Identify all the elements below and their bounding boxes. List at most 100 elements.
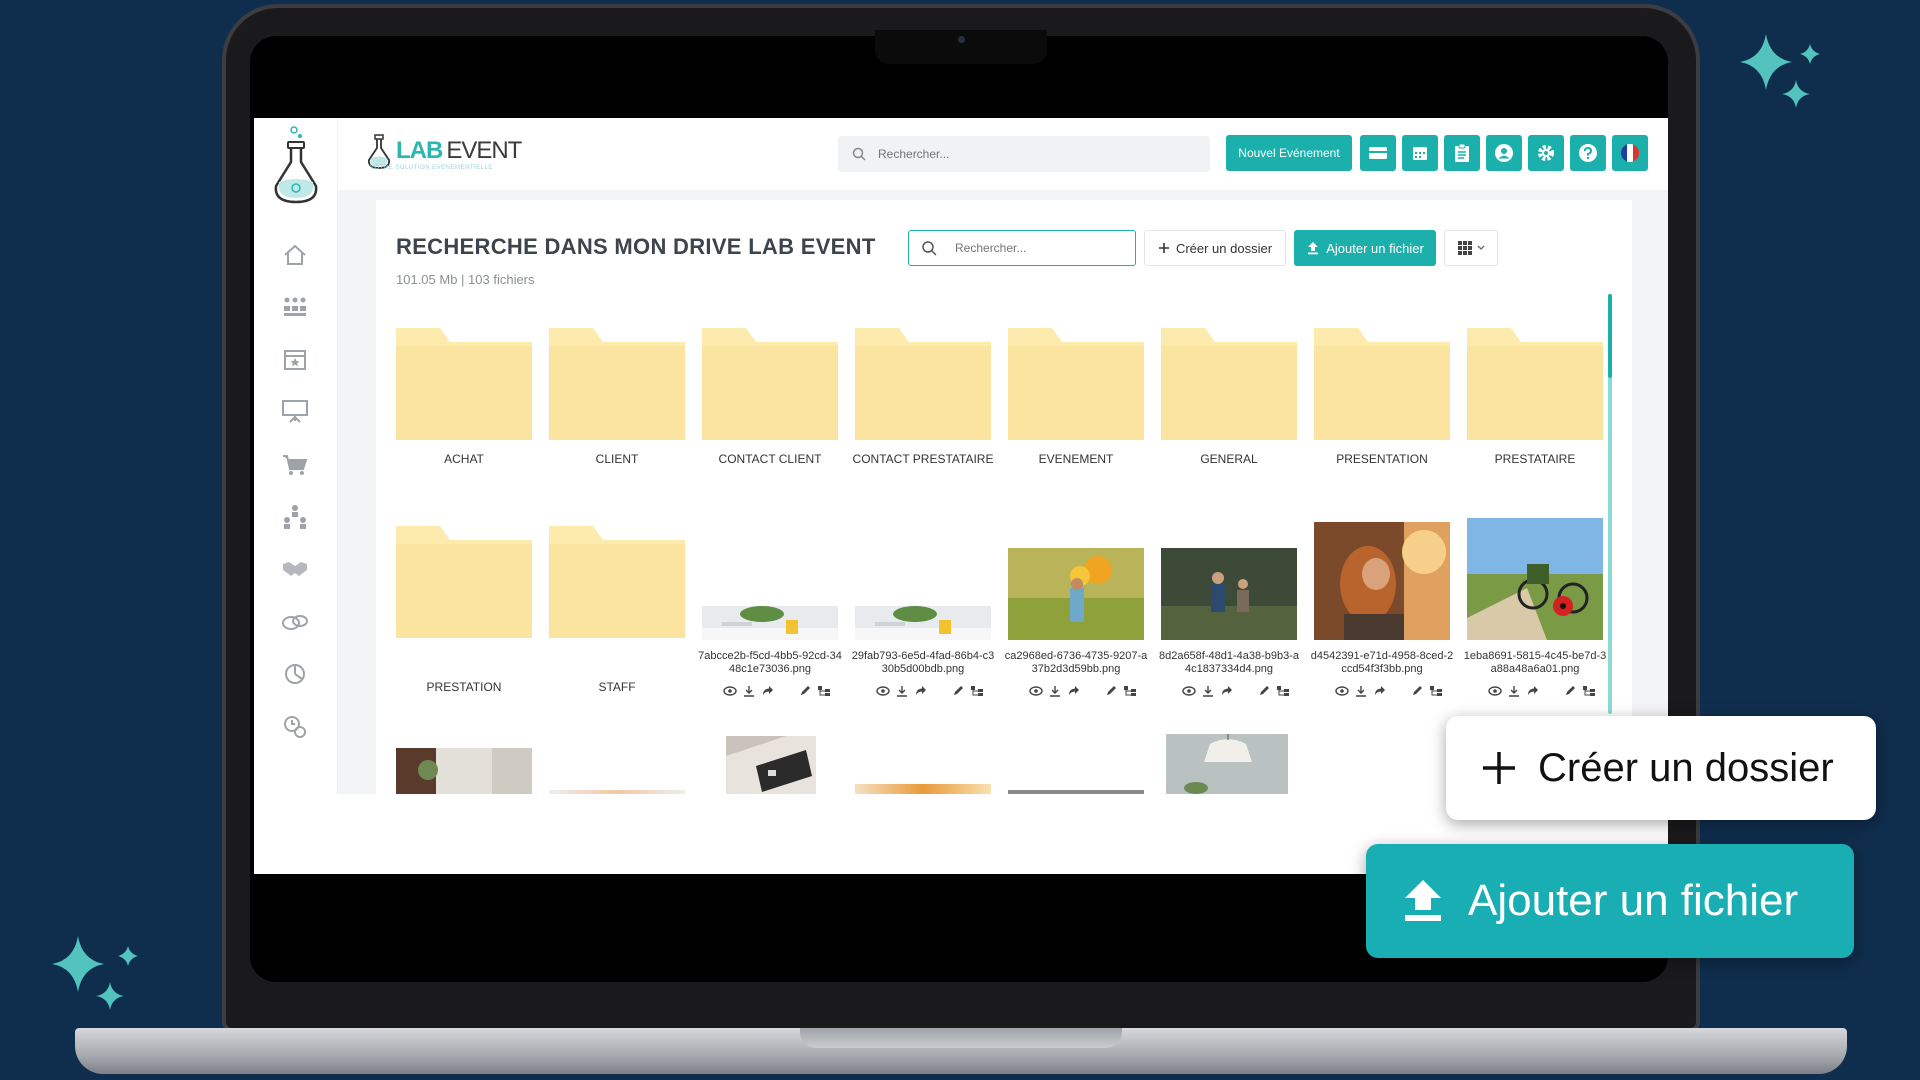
file-thumbnail: [1314, 522, 1450, 640]
edit-icon[interactable]: [1409, 684, 1424, 698]
edit-icon[interactable]: [1562, 684, 1577, 698]
edit-icon[interactable]: [1103, 684, 1118, 698]
brand-event-text: EVENT: [446, 137, 522, 164]
file-actions: [875, 684, 985, 698]
settings-button[interactable]: [1528, 135, 1564, 171]
file-thumbnail: [855, 606, 991, 640]
folder-name: CLIENT: [595, 452, 639, 466]
view-icon[interactable]: [722, 684, 737, 698]
file-thumbnail: [1166, 734, 1288, 794]
folder-item[interactable]: CLIENT: [549, 328, 685, 468]
file-item[interactable]: 8d2a658f-48d1-4a38-b9b3-a4c1837334d4.png: [1159, 518, 1299, 718]
edit-icon[interactable]: [1256, 684, 1271, 698]
share-icon[interactable]: [1373, 684, 1388, 698]
top-search[interactable]: [838, 136, 1210, 172]
file-actions: [1181, 684, 1291, 698]
folder-item[interactable]: CONTACT PRESTATAIRE: [853, 328, 993, 468]
sidebar-item-presentation[interactable]: [280, 396, 310, 426]
view-icon[interactable]: [1487, 684, 1502, 698]
user-button[interactable]: [1486, 135, 1522, 171]
download-icon[interactable]: [894, 684, 909, 698]
sidebar-item-hierarchy[interactable]: [280, 502, 310, 532]
folder-item[interactable]: STAFF: [549, 526, 685, 696]
upload-file-label: Ajouter un fichier: [1326, 240, 1424, 256]
move-icon[interactable]: [817, 684, 832, 698]
create-folder-button[interactable]: Créer un dossier: [1144, 230, 1286, 266]
scrollbar-thumb[interactable]: [1608, 294, 1612, 378]
folder-name: GENERAL: [1200, 452, 1258, 466]
flask-logo-icon: [274, 126, 318, 204]
plus-icon: [1483, 752, 1515, 784]
view-icon[interactable]: [1334, 684, 1349, 698]
help-button[interactable]: [1570, 135, 1606, 171]
card-button[interactable]: [1360, 135, 1396, 171]
sidebar-item-cart[interactable]: [280, 450, 310, 480]
move-icon[interactable]: [1582, 684, 1597, 698]
folder-item[interactable]: ACHAT: [396, 328, 532, 468]
share-icon[interactable]: [914, 684, 929, 698]
gear-icon: [1538, 145, 1554, 161]
view-icon[interactable]: [1181, 684, 1196, 698]
file-item[interactable]: 7abcce2b-f5cd-4bb5-92cd-3448c1e73036.png: [698, 518, 842, 718]
download-icon[interactable]: [1047, 684, 1062, 698]
sidebar-item-home[interactable]: [280, 240, 310, 270]
folder-item[interactable]: PRESENTATION: [1314, 328, 1450, 468]
sidebar-item-calendar[interactable]: [280, 344, 310, 374]
cart-icon: [283, 455, 308, 475]
upload-file-callout[interactable]: Ajouter un fichier: [1366, 844, 1854, 958]
download-icon[interactable]: [1353, 684, 1368, 698]
clipboard-button[interactable]: [1444, 135, 1480, 171]
home-icon: [284, 244, 306, 265]
pie-chart-icon: [285, 664, 305, 684]
drive-search[interactable]: [908, 230, 1136, 266]
calendar-icon: [1413, 147, 1427, 160]
move-icon[interactable]: [970, 684, 985, 698]
sidebar: [254, 118, 338, 794]
download-icon[interactable]: [741, 684, 756, 698]
laptop-base-notch: [800, 1028, 1122, 1048]
edit-icon[interactable]: [950, 684, 965, 698]
share-icon[interactable]: [761, 684, 776, 698]
folder-item[interactable]: PRESTATION: [396, 526, 532, 696]
file-item[interactable]: 29fab793-6e5d-4fad-86b4-c330b5d00bdb.png: [852, 518, 994, 718]
folder-item[interactable]: PRESTATAIRE: [1467, 328, 1603, 468]
file-actions: [1487, 684, 1597, 698]
hierarchy-icon: [284, 505, 306, 529]
download-icon[interactable]: [1200, 684, 1215, 698]
edit-icon[interactable]: [797, 684, 812, 698]
sidebar-item-people[interactable]: [280, 292, 310, 322]
folder-item[interactable]: CONTACT CLIENT: [702, 328, 838, 468]
download-icon[interactable]: [1506, 684, 1521, 698]
move-icon[interactable]: [1429, 684, 1444, 698]
share-icon[interactable]: [1526, 684, 1541, 698]
new-event-button[interactable]: Nouvel Evénement: [1226, 135, 1352, 171]
file-item[interactable]: 1eba8691-5815-4c45-be7d-3a88a48a6a01.png: [1464, 518, 1606, 718]
view-mode-toggle[interactable]: [1444, 230, 1498, 266]
language-button[interactable]: [1612, 135, 1648, 171]
share-icon[interactable]: [1220, 684, 1235, 698]
top-search-input[interactable]: [878, 147, 1178, 161]
folder-name: PRESENTATION: [1336, 452, 1428, 466]
move-icon[interactable]: [1123, 684, 1138, 698]
view-icon[interactable]: [875, 684, 890, 698]
upload-file-button[interactable]: Ajouter un fichier: [1294, 230, 1436, 266]
sidebar-item-finance[interactable]: [280, 606, 310, 636]
file-item[interactable]: d4542391-e71d-4958-8ced-2ccd54f3f3bb.png: [1311, 518, 1453, 718]
sidebar-item-stats[interactable]: [280, 658, 310, 688]
folder-item[interactable]: GENERAL: [1161, 328, 1297, 468]
folder-name: EVENEMENT: [1038, 452, 1114, 466]
file-item[interactable]: ca2968ed-6736-4735-9207-a37b2d3d59bb.png: [1005, 518, 1147, 718]
move-icon[interactable]: [1276, 684, 1291, 698]
file-thumbnail: [1467, 518, 1603, 640]
coins-icon: [282, 615, 308, 630]
create-folder-callout[interactable]: Créer un dossier: [1446, 716, 1876, 820]
share-icon[interactable]: [1067, 684, 1082, 698]
view-icon[interactable]: [1028, 684, 1043, 698]
folder-item[interactable]: EVENEMENT: [1008, 328, 1144, 468]
calendar-button[interactable]: [1402, 135, 1438, 171]
sidebar-item-settings[interactable]: [280, 712, 310, 742]
sidebar-item-partners[interactable]: [280, 554, 310, 584]
drive-search-input[interactable]: [955, 241, 1115, 255]
